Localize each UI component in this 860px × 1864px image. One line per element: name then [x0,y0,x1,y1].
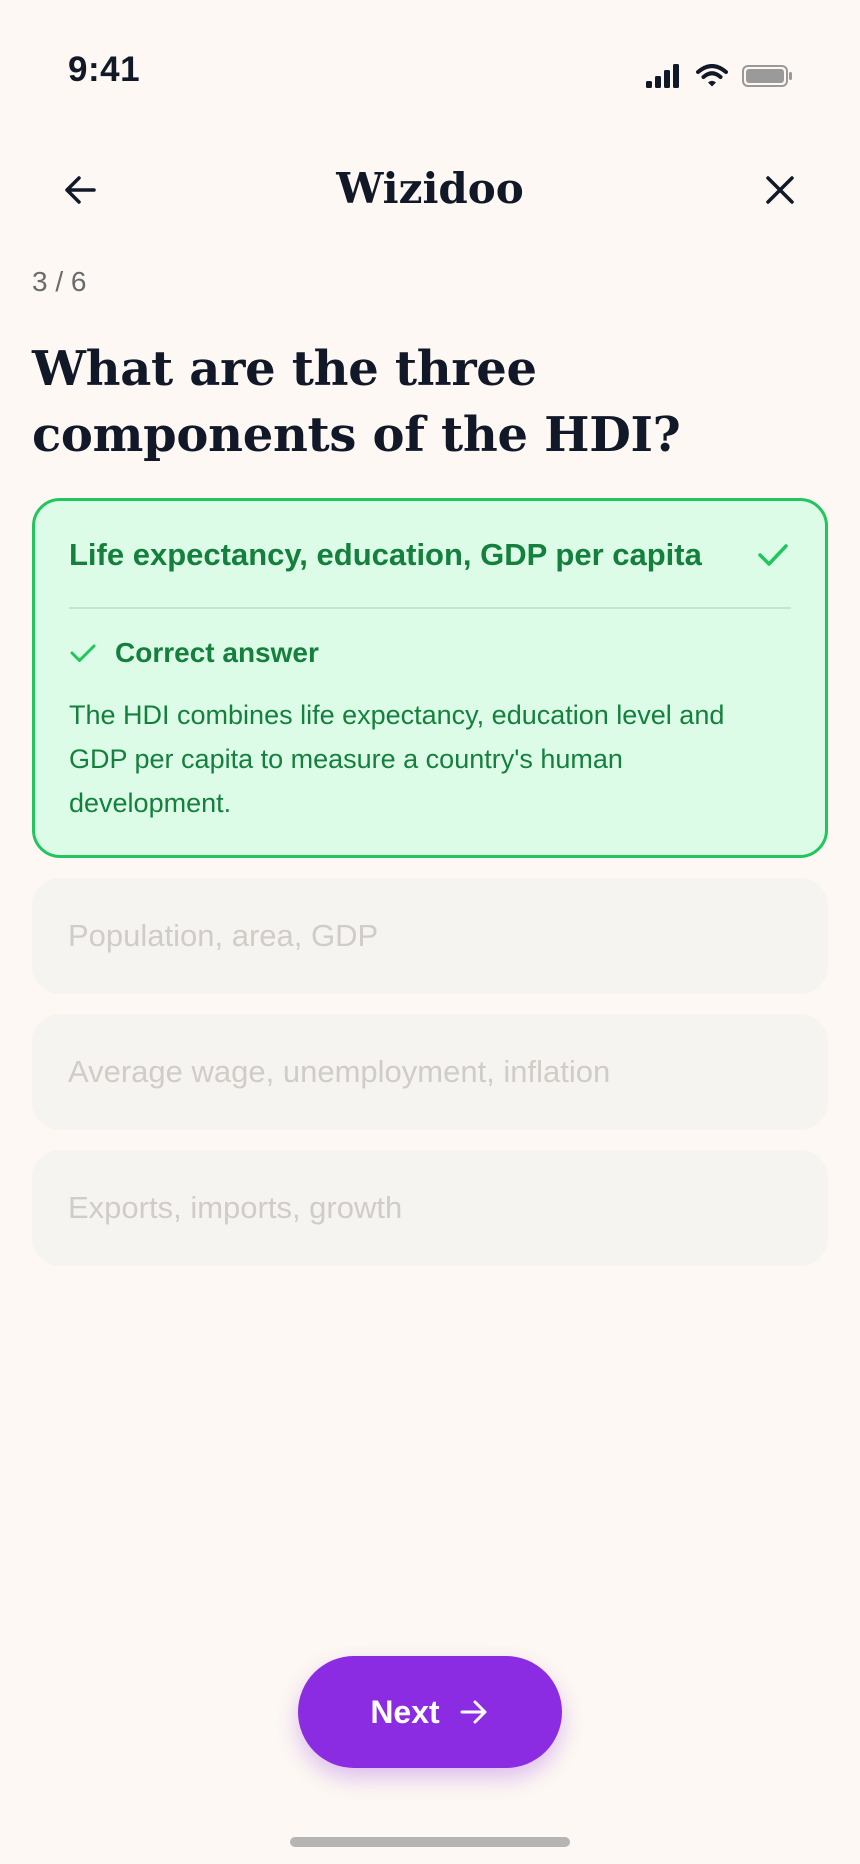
progress-counter: 3 / 6 [32,266,87,297]
question-text: What are the three components of the HDI… [32,341,681,463]
status-icons [646,64,794,93]
feedback-title: Correct answer [115,637,319,668]
answer-option: Exports, imports, growth [32,1150,828,1266]
check-icon [758,544,788,566]
divider [69,607,791,609]
close-icon [766,176,794,204]
status-bar: 9:41 [0,0,860,140]
answer-label: Life expectancy, education, GDP per capi… [69,537,702,572]
answer-option: Population, area, GDP [32,878,828,994]
battery-icon [742,64,794,93]
home-indicator[interactable] [290,1837,570,1847]
answer-option-correct[interactable]: Life expectancy, education, GDP per capi… [32,498,828,858]
answer-label: Average wage, unemployment, inflation [68,1054,611,1089]
answer-list: Life expectancy, education, GDP per capi… [32,498,828,1266]
status-time: 9:41 [68,50,141,89]
next-button[interactable]: Next [298,1656,562,1768]
close-button[interactable] [754,164,806,216]
answer-label: Exports, imports, growth [68,1190,403,1225]
feedback-explanation: The HDI combines life expectancy, educat… [69,700,725,818]
arrow-right-icon [460,1700,487,1724]
app-title: Wizidoo [336,164,524,213]
signal-icon [646,64,682,93]
answer-option: Average wage, unemployment, inflation [32,1014,828,1130]
wifi-icon [696,64,728,93]
app-header: Wizidoo [0,150,860,230]
answer-row: Life expectancy, education, GDP per capi… [69,537,791,573]
check-icon [70,644,96,662]
answer-label: Population, area, GDP [68,918,379,953]
next-button-label: Next [370,1693,440,1730]
feedback-header: Correct answer [69,637,319,669]
